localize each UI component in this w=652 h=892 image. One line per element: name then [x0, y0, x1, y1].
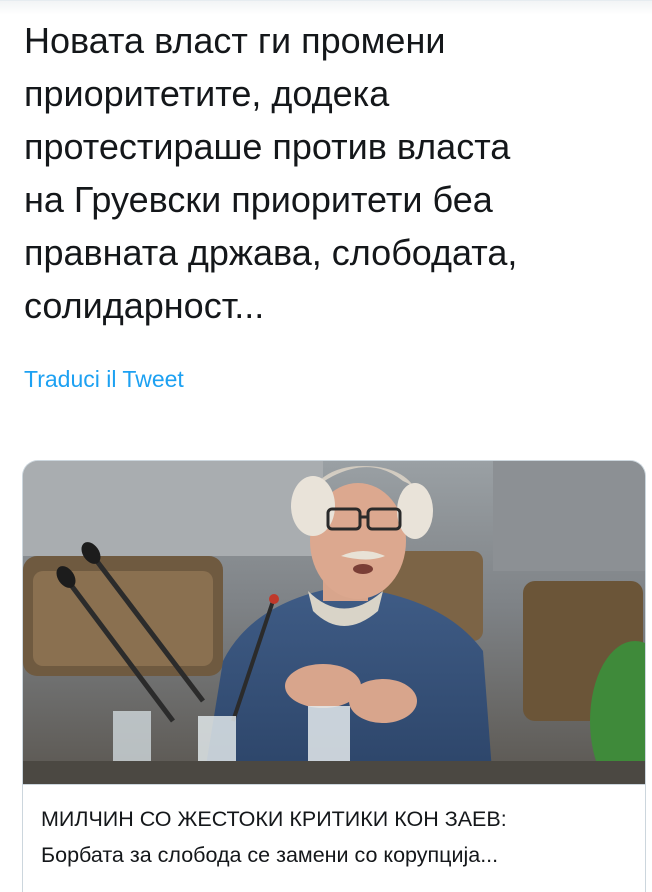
card-description: Борбата за слобода се замени со корупциј…: [41, 843, 499, 867]
link-preview-card[interactable]: МИЛЧИН СО ЖЕСТОКИ КРИТИКИ КОН ЗАЕВ: Борб…: [22, 460, 646, 892]
tweet-text: Новата власт ги промени приоритетите, до…: [24, 20, 518, 326]
translate-tweet-link[interactable]: Traduci il Tweet: [24, 366, 184, 393]
card-text-area: МИЛЧИН СО ЖЕСТОКИ КРИТИКИ КОН ЗАЕВ: Борб…: [23, 784, 645, 892]
top-divider: [0, 0, 652, 15]
card-image: [23, 461, 645, 784]
card-title: МИЛЧИН СО ЖЕСТОКИ КРИТИКИ КОН ЗАЕВ:: [41, 807, 507, 831]
